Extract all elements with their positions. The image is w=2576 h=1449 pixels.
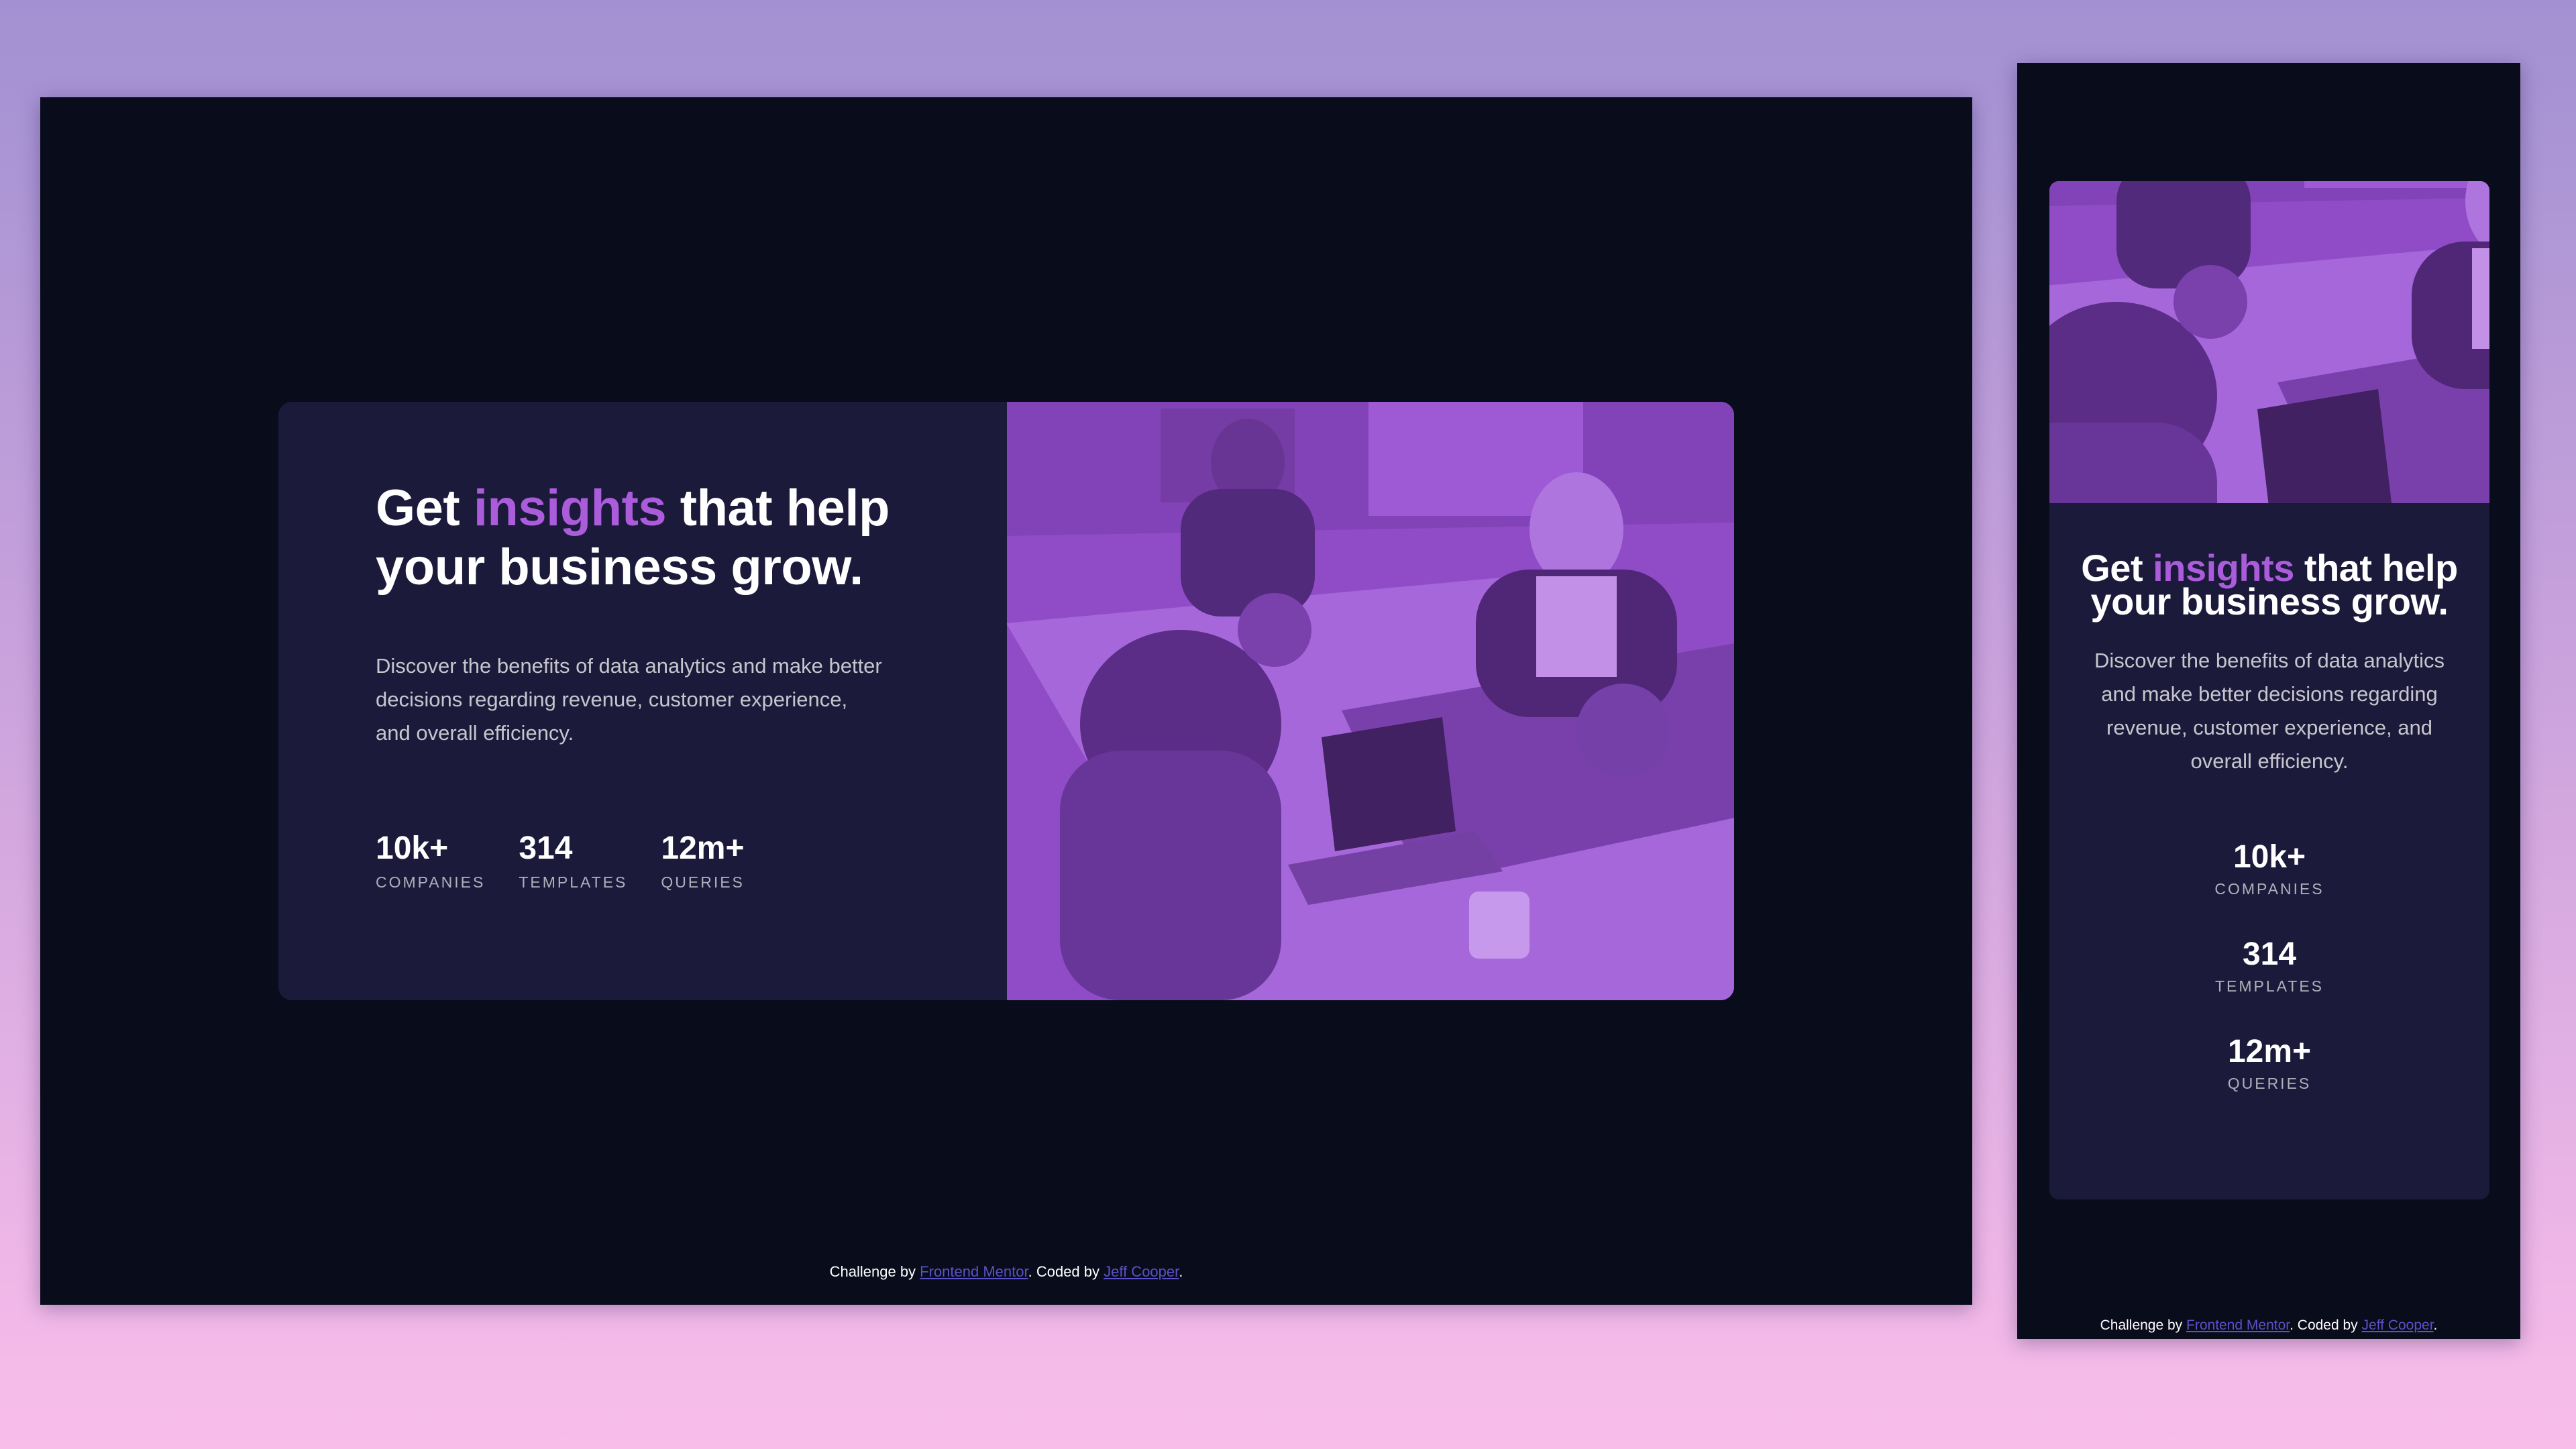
mobile-preview: Get insights that help your business gro… (2017, 63, 2520, 1339)
stat-label: Templates (519, 873, 628, 891)
office-meeting-photo (2049, 181, 2489, 503)
title-part-1: Get (376, 480, 474, 537)
author-link[interactable]: Jeff Cooper (1104, 1263, 1179, 1280)
stat-templates: 314 Templates (2076, 937, 2463, 996)
attribution-middle: . Coded by (1028, 1263, 1104, 1280)
frontend-mentor-link[interactable]: Frontend Mentor (2186, 1318, 2290, 1333)
stat-label: Templates (2214, 977, 2324, 995)
stat-value: 12m+ (2227, 1034, 2312, 1069)
attribution-middle: . Coded by (2290, 1318, 2362, 1333)
card-description: Discover the benefits of data analytics … (376, 654, 882, 745)
stats-card-mobile: Get insights that help your business gro… (2049, 181, 2489, 1199)
attribution-prefix: Challenge by (2100, 1318, 2187, 1333)
stat-queries: 12m+ Queries (661, 830, 745, 892)
frontend-mentor-link[interactable]: Frontend Mentor (920, 1263, 1028, 1280)
stat-value: 314 (2242, 936, 2297, 972)
stat-companies: 10k+ Companies (2076, 840, 2463, 898)
card-title: Get insights that help your business gro… (376, 479, 912, 597)
desktop-preview: Get insights that help your business gro… (40, 97, 1972, 1305)
attribution-suffix: . (2433, 1318, 2438, 1333)
office-meeting-photo (1007, 402, 1734, 1000)
stat-value: 314 (519, 830, 573, 866)
attribution: Challenge by Frontend Mentor. Coded by J… (40, 1263, 1972, 1281)
stat-companies: 10k+ Companies (376, 830, 485, 892)
author-link[interactable]: Jeff Cooper (2362, 1318, 2434, 1333)
card-description: Discover the benefits of data analytics … (2094, 649, 2445, 773)
stats-card: Get insights that help your business gro… (278, 402, 1734, 1000)
card-text-mobile: Get insights that help your business gro… (2049, 503, 2489, 1093)
attribution-suffix: . (1179, 1263, 1183, 1280)
attribution-prefix: Challenge by (829, 1263, 920, 1280)
card-title: Get insights that help your business gro… (2076, 549, 2463, 621)
stat-label: Queries (2227, 1075, 2312, 1092)
stat-label: Queries (661, 873, 745, 891)
stats-list: 10k+ Companies 314 Templates 12m+ Querie… (2076, 840, 2463, 1093)
stat-value: 12m+ (661, 830, 745, 866)
stat-value: 10k+ (2233, 839, 2306, 875)
stat-templates: 314 Templates (519, 830, 627, 892)
attribution: Challenge by Frontend Mentor. Coded by J… (2017, 1318, 2520, 1334)
stats-list: 10k+ Companies 314 Templates 12m+ Querie… (376, 830, 1007, 892)
stat-queries: 12m+ Queries (2076, 1034, 2463, 1093)
title-accent: insights (473, 480, 667, 537)
stat-value: 10k+ (376, 830, 449, 866)
card-text: Get insights that help your business gro… (278, 402, 1007, 1000)
stat-label: Companies (376, 873, 486, 891)
stat-label: Companies (2214, 880, 2324, 898)
